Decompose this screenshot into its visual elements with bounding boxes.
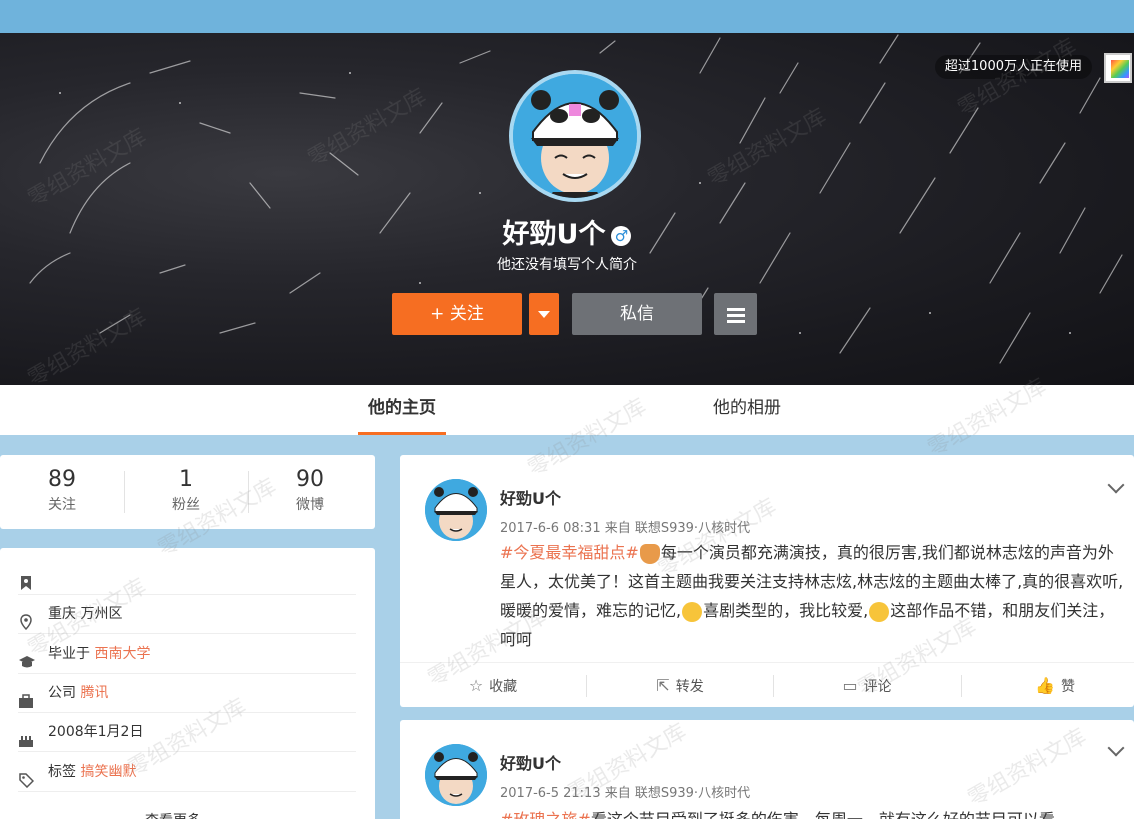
stat-posts-value: 90 xyxy=(296,467,324,492)
post-author-avatar[interactable] xyxy=(425,744,487,806)
profile-avatar[interactable] xyxy=(509,70,641,202)
info-row-location: 重庆 万州区 xyxy=(18,594,356,634)
hamburger-icon xyxy=(714,293,757,323)
post-author-avatar[interactable] xyxy=(425,479,487,541)
post-meta: 2017-6-5 21:13 来自 联想S939·八核时代 xyxy=(500,786,751,801)
birthday-cake-icon xyxy=(18,724,36,747)
stat-posts[interactable]: 90 微博 xyxy=(248,467,372,514)
briefcase-icon xyxy=(18,685,36,708)
repost-icon: ⇱ xyxy=(656,676,670,695)
chevron-down-icon[interactable] xyxy=(1107,739,1125,757)
panda-hat-avatar-icon xyxy=(513,74,637,198)
tab-album[interactable]: 他的相册 xyxy=(700,385,794,435)
stat-following-label: 关注 xyxy=(48,497,76,513)
comment-icon: ▭ xyxy=(842,676,858,695)
company-prefix: 公司 xyxy=(48,685,76,701)
location-text: 重庆 万州区 xyxy=(48,606,123,622)
cat-emoji-icon xyxy=(639,543,660,564)
tags-link[interactable]: 搞笑幽默 xyxy=(80,764,136,780)
profile-name-row: 好勁U个 ♂ xyxy=(0,212,1134,251)
stat-posts-label: 微博 xyxy=(296,497,324,513)
bookmark-icon xyxy=(18,567,36,590)
tab-home[interactable]: 他的主页 xyxy=(358,385,446,435)
follow-button[interactable]: + 关注 xyxy=(392,293,522,335)
company-link[interactable]: 腾讯 xyxy=(80,685,108,701)
cute-emoji-icon xyxy=(869,601,890,622)
plus-icon: + xyxy=(430,304,445,324)
stat-following[interactable]: 89 关注 xyxy=(0,467,124,514)
post-meta: 2017-6-6 08:31 来自 联想S939·八核时代 xyxy=(500,521,751,536)
follow-dropdown-button[interactable] xyxy=(529,293,559,335)
comment-button[interactable]: ▭ 评论 xyxy=(774,663,960,708)
post-topic-link[interactable]: #今夏最幸福甜点# xyxy=(500,543,639,562)
location-pin-icon xyxy=(18,606,36,631)
chevron-down-icon[interactable] xyxy=(1107,476,1125,494)
repost-button[interactable]: ⇱ 转发 xyxy=(587,663,773,708)
chevron-down-icon xyxy=(538,310,550,318)
tags-prefix: 标签 xyxy=(48,764,76,780)
like-label: 赞 xyxy=(1060,679,1075,695)
post-text: #玫瑰之旅#看这个节目受到了挺多的伤害，每周一，就有这么好的节目可以看 xyxy=(500,805,1125,819)
stat-following-value: 89 xyxy=(48,467,76,492)
like-button[interactable]: 👍 赞 xyxy=(962,663,1134,708)
comment-label: 评论 xyxy=(863,679,892,695)
tag-icon xyxy=(18,764,36,789)
panda-hat-avatar-icon xyxy=(425,479,487,541)
message-button[interactable]: 私信 xyxy=(572,293,702,335)
stat-fans-value: 1 xyxy=(179,467,193,492)
graduation-cap-icon xyxy=(18,646,36,668)
follow-label: 关注 xyxy=(449,304,484,324)
profile-bio: 他还没有填写个人简介 xyxy=(497,257,637,273)
info-row-birthday: 2008年1月2日 xyxy=(18,712,356,752)
collect-button[interactable]: ☆ 收藏 xyxy=(400,663,586,708)
stat-fans[interactable]: 1 粉丝 xyxy=(124,467,248,514)
post-text-part: 看这个节目受到了挺多的伤害，每周一，就有这么好的节目可以看 xyxy=(591,810,1055,819)
male-gender-icon: ♂ xyxy=(611,225,632,246)
birthday-text: 2008年1月2日 xyxy=(48,724,144,740)
profile-name: 好勁U个 xyxy=(502,219,606,250)
school-prefix: 毕业于 xyxy=(48,646,90,662)
post-topic-link[interactable]: #玫瑰之旅# xyxy=(500,810,591,819)
post-actions: ☆ 收藏 ⇱ 转发 ▭ 评论 👍 赞 xyxy=(400,662,1134,707)
school-link[interactable]: 西南大学 xyxy=(94,646,150,662)
post-author-name[interactable]: 好勁U个 xyxy=(500,750,561,774)
repost-label: 转发 xyxy=(675,679,704,695)
post-text-part: 喜剧类型的，我比较爱, xyxy=(703,601,869,620)
profile-tabs: 他的主页 他的相册 xyxy=(0,385,1134,435)
info-row-company: 公司 腾讯 xyxy=(18,673,356,713)
stat-fans-label: 粉丝 xyxy=(172,497,200,513)
more-menu-button[interactable] xyxy=(714,293,757,335)
info-row-tags: 标签 搞笑幽默 xyxy=(18,752,356,792)
thumbs-up-icon: 👍 xyxy=(1035,676,1055,695)
post-text: #今夏最幸福甜点# 每一个演员都充满演技，真的很厉害,我们都说林志炫的声音为外星人… xyxy=(500,538,1125,654)
info-row-header xyxy=(18,555,356,595)
post-author-name[interactable]: 好勁U个 xyxy=(500,485,561,509)
top-bar xyxy=(0,0,1134,33)
panda-hat-avatar-icon xyxy=(425,744,487,806)
post-card: 好勁U个 2017-6-5 21:13 来自 联想S939·八核时代 #玫瑰之旅… xyxy=(400,720,1134,819)
collect-label: 收藏 xyxy=(489,679,518,695)
post-card: 好勁U个 2017-6-6 08:31 来自 联想S939·八核时代 #今夏最幸… xyxy=(400,455,1134,707)
stats-card: 89 关注 1 粉丝 90 微博 xyxy=(0,455,375,529)
app-icon[interactable] xyxy=(1104,53,1132,83)
info-row-school: 毕业于 西南大学 xyxy=(18,634,356,674)
smile-emoji-icon xyxy=(682,601,703,622)
users-count-badge: 超过1000万人正在使用 xyxy=(934,55,1092,79)
view-more-link[interactable]: 查看更多 xyxy=(145,810,201,819)
star-icon: ☆ xyxy=(468,676,484,695)
profile-info-card: 重庆 万州区 毕业于 西南大学 公司 腾讯 2008年1月2日 标签 搞笑幽默 … xyxy=(0,548,375,819)
